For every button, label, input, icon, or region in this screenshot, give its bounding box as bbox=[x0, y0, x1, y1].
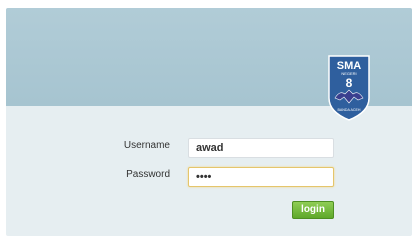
page-frame: SMA NEGERI 8 BANDA ACEH Username Passwor… bbox=[0, 0, 418, 246]
school-emblem-icon: SMA NEGERI 8 BANDA ACEH bbox=[326, 54, 372, 122]
emblem-bottom-text: BANDA ACEH bbox=[338, 108, 361, 112]
username-label: Username bbox=[123, 140, 170, 151]
emblem-number: 8 bbox=[346, 76, 353, 90]
password-input[interactable] bbox=[188, 167, 334, 187]
login-panel: SMA NEGERI 8 BANDA ACEH Username Passwor… bbox=[6, 8, 412, 236]
login-button[interactable]: login bbox=[292, 201, 334, 219]
username-row: Username bbox=[6, 138, 412, 164]
password-row: Password bbox=[6, 167, 412, 193]
password-label: Password bbox=[126, 169, 170, 180]
username-input[interactable] bbox=[188, 138, 334, 158]
